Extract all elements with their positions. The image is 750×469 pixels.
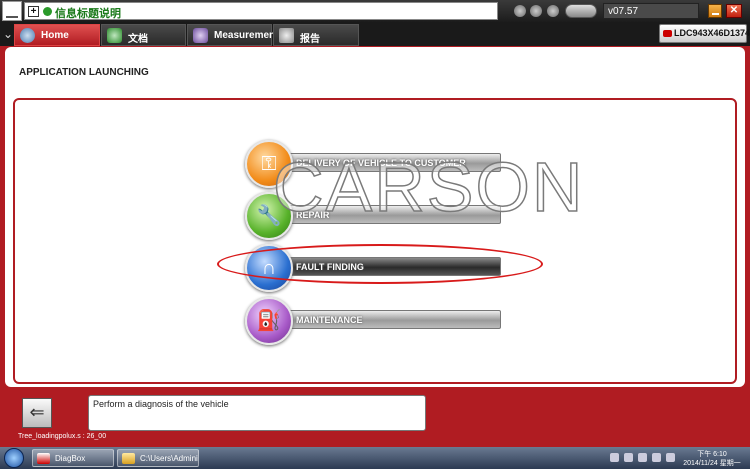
taskbar-item-explorer[interactable]: C:\Users\Admini... [117, 449, 199, 467]
connection-icon[interactable] [547, 5, 559, 17]
network-icon[interactable] [624, 453, 633, 462]
app-logo [2, 1, 22, 21]
app-label: MAINTENANCE [273, 310, 501, 329]
document-icon [107, 28, 122, 43]
arrow-left-icon: ⇐ [29, 402, 45, 422]
taskbar: DiagBox C:\Users\Admini... 下午 6:10 2014/… [0, 447, 750, 469]
flag-icon[interactable] [638, 453, 647, 462]
chevron-down-icon[interactable]: ⌄ [3, 27, 13, 41]
title-bar: + 信息标题说明 v07.57 ✕ [0, 0, 750, 22]
clock-date[interactable]: 2014/11/24 星期一 [682, 458, 742, 468]
tab-label: Home [41, 30, 69, 41]
car-icon [663, 30, 672, 37]
maintenance-button[interactable]: MAINTENANCE ⛽ [245, 297, 503, 345]
taskbar-item-diagbox[interactable]: DiagBox [32, 449, 114, 467]
status-dot-icon [43, 7, 52, 16]
taskbar-label: C:\Users\Admini... [140, 454, 199, 463]
expand-icon[interactable]: + [28, 6, 39, 17]
vehicle-vin-badge[interactable]: LDC943X46D1374238 [659, 24, 750, 43]
diagbox-icon [37, 453, 50, 464]
waveform-icon [193, 28, 208, 43]
highlight-annotation [217, 244, 543, 284]
communication-toggle[interactable] [565, 4, 597, 18]
home-icon [20, 28, 35, 43]
minimize-button[interactable] [708, 4, 722, 18]
volume-icon[interactable] [652, 453, 661, 462]
battery-icon[interactable] [666, 453, 675, 462]
tab-label: 报告 [300, 34, 320, 45]
back-button[interactable]: ⇐ [22, 398, 52, 428]
language-icon[interactable] [610, 453, 619, 462]
tab-bar: ⌄ Home 文档 Measurements 报告 LDC943X46D1374… [0, 22, 750, 46]
tab-report[interactable]: 报告 [273, 24, 359, 46]
main-panel: APPLICATION LAUNCHING DELIVERY OF VEHICL… [5, 47, 745, 387]
status-text: Tree_loadingpolux.s : 26_00 [18, 433, 107, 440]
settings-icon[interactable] [514, 5, 526, 17]
watermark: CARSON [272, 147, 585, 227]
help-icon[interactable] [530, 5, 542, 17]
version-label: v07.57 [603, 3, 699, 19]
tab-home[interactable]: Home [14, 24, 100, 46]
vin-label: LDC943X46D1374238 [674, 28, 750, 38]
title-field: + 信息标题说明 [24, 2, 498, 20]
start-button[interactable] [4, 448, 24, 468]
taskbar-label: DiagBox [55, 454, 86, 463]
report-icon [279, 28, 294, 43]
window-title: 信息标题说明 [55, 8, 121, 20]
tab-label: 文档 [128, 34, 148, 45]
close-button[interactable]: ✕ [726, 4, 742, 18]
tab-measurements[interactable]: Measurements [187, 24, 284, 46]
description-box: Perform a diagnosis of the vehicle [88, 395, 426, 431]
folder-icon [122, 453, 135, 464]
page-title: APPLICATION LAUNCHING [19, 67, 149, 78]
oil-can-icon: ⛽ [245, 297, 293, 345]
tab-documents[interactable]: 文档 [101, 24, 186, 46]
